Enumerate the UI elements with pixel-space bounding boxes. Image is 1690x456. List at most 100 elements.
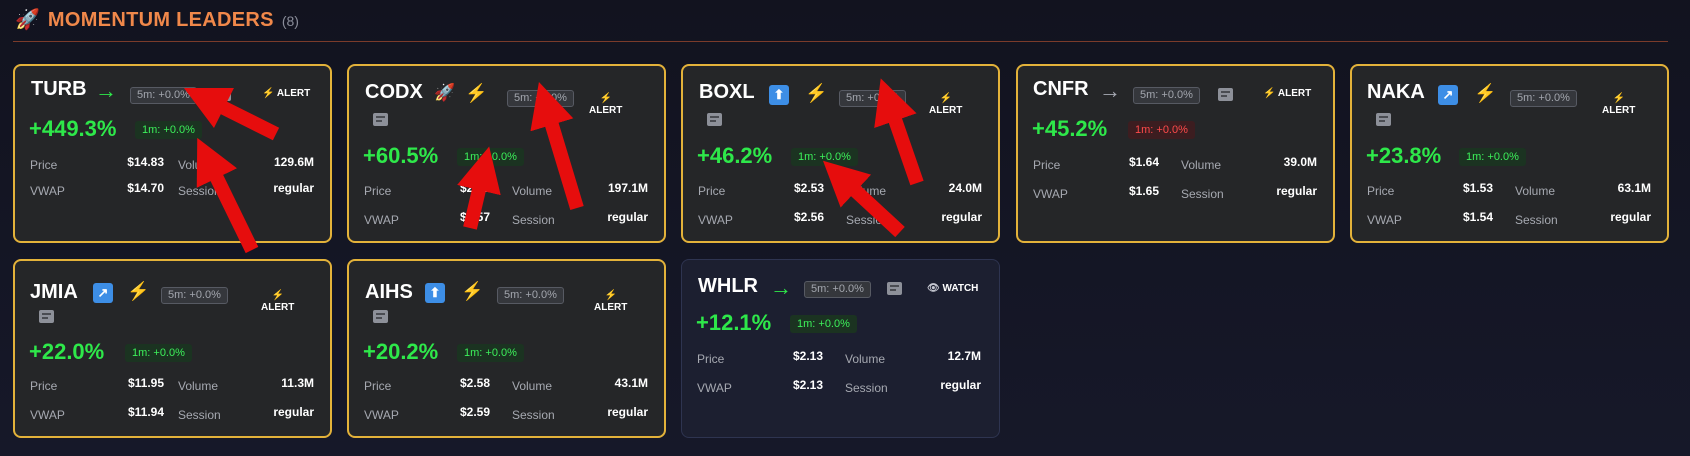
vwap-value: $2.56 <box>793 210 824 224</box>
alert-label: ALERT <box>929 105 963 116</box>
volume-label: Volume <box>1515 184 1556 198</box>
stock-card-jmia[interactable]: JMIA ↗ ⚡ 5m: +0.0% ⚡ ALERT +22.0% 1m: +0.… <box>13 259 332 438</box>
change-5m-chip: 5m: +0.0% <box>507 90 574 107</box>
vwap-label: VWAP <box>698 213 733 227</box>
bolt-icon: ⚡ <box>461 281 484 301</box>
news-icon[interactable] <box>707 113 722 126</box>
alert-label: ALERT <box>594 302 628 313</box>
price-value: $2.13 <box>792 349 823 363</box>
session-label: Session <box>846 213 889 227</box>
news-icon[interactable] <box>1218 88 1233 101</box>
arrow-up-right-icon: ↗ <box>93 283 113 303</box>
session-value: regular <box>607 405 648 419</box>
alert-label: ALERT <box>1277 88 1312 99</box>
vwap-label: VWAP <box>30 184 65 198</box>
session-value: regular <box>607 210 648 224</box>
vwap-value: $2.57 <box>459 210 490 224</box>
header-divider <box>13 41 1668 42</box>
bolt-icon: ⚡ <box>939 93 952 104</box>
session-label: Session <box>512 408 555 422</box>
news-icon[interactable] <box>887 282 902 295</box>
volume-value: 129.6M <box>273 155 314 169</box>
volume-value: 63.1M <box>1617 181 1651 195</box>
price-value: $11.95 <box>127 376 164 390</box>
volume-label: Volume <box>846 184 887 198</box>
bolt-icon: ⚡ <box>604 290 617 301</box>
percent-change: +449.3% <box>29 116 117 141</box>
change-5m-chip: 5m: +0.0% <box>804 281 871 298</box>
volume-label: Volume <box>512 184 553 198</box>
ticker-symbol: WHLR <box>698 275 758 297</box>
bolt-icon: ⚡ <box>271 290 284 301</box>
news-icon[interactable] <box>373 310 388 323</box>
alert-badge: ⚡ ALERT <box>262 88 310 100</box>
section-header: 🚀 MOMENTUM LEADERS (8) <box>15 8 299 32</box>
session-label: Session <box>1181 187 1224 201</box>
stock-card-whlr[interactable]: WHLR → 5m: +0.0% 👁 WATCH +12.1% 1m: +0.0… <box>681 259 1000 438</box>
news-icon[interactable] <box>373 113 388 126</box>
stock-card-aihs[interactable]: AIHS ⬆ ⚡ 5m: +0.0% ⚡ ALERT +20.2% 1m: +0.… <box>347 259 666 438</box>
vwap-value: $2.13 <box>792 378 823 392</box>
session-value: regular <box>1610 210 1651 224</box>
vwap-label: VWAP <box>1367 213 1402 227</box>
news-icon[interactable] <box>39 310 54 323</box>
alert-label: ALERT <box>1602 105 1636 116</box>
arrow-up-icon: ⬆ <box>769 85 789 105</box>
change-5m-chip: 5m: +0.0% <box>161 287 228 304</box>
change-1m-chip: 1m: +0.0% <box>125 344 192 362</box>
ticker-symbol: NAKA <box>1367 81 1425 103</box>
alert-badge: ⚡ ALERT <box>589 93 622 117</box>
arrow-right-icon: → <box>95 78 117 103</box>
vwap-value: $1.65 <box>1128 184 1159 198</box>
volume-value: 11.3M <box>281 376 314 390</box>
price-label: Price <box>1033 158 1061 172</box>
price-value: $1.64 <box>1128 155 1159 169</box>
price-label: Price <box>30 158 58 172</box>
percent-change: +12.1% <box>696 310 772 335</box>
arrow-right-icon: → <box>770 275 792 300</box>
vwap-value: $14.70 <box>127 181 164 195</box>
alert-label: ALERT <box>261 302 295 313</box>
price-label: Price <box>30 379 58 393</box>
bolt-icon: ⚡ <box>262 88 275 99</box>
ticker-symbol: BOXL <box>699 81 755 103</box>
change-1m-chip: 1m: +0.0% <box>1459 148 1526 166</box>
change-5m-chip: 5m: +0.0% <box>1510 90 1577 107</box>
news-icon[interactable] <box>1376 113 1391 126</box>
session-label: Session <box>512 213 555 227</box>
price-value: $14.83 <box>127 155 164 169</box>
percent-change: +46.2% <box>697 143 773 168</box>
stock-card-boxl[interactable]: BOXL ⬆ ⚡ 5m: +0.0% ⚡ ALERT +46.2% 1m: +0.… <box>681 64 1000 243</box>
percent-change: +20.2% <box>363 339 439 364</box>
alert-badge: ⚡ ALERT <box>594 290 627 314</box>
watch-label: WATCH <box>942 283 979 294</box>
price-label: Price <box>1367 184 1395 198</box>
alert-label: ALERT <box>276 88 311 99</box>
arrow-up-right-icon: ↗ <box>1438 85 1458 105</box>
alert-badge: ⚡ ALERT <box>1602 93 1635 117</box>
vwap-value: $2.59 <box>459 405 490 419</box>
stock-card-cnfr[interactable]: CNFR → 5m: +0.0% ⚡ ALERT +45.2% 1m: +0.0… <box>1016 64 1335 243</box>
percent-change: +22.0% <box>29 339 105 364</box>
price-label: Price <box>364 184 392 198</box>
change-1m-chip: 1m: +0.0% <box>457 148 524 166</box>
vwap-value: $11.94 <box>127 405 164 419</box>
volume-value: 24.0M <box>948 181 982 195</box>
news-icon[interactable] <box>216 88 231 101</box>
volume-label: Volume <box>845 352 886 366</box>
alert-badge: ⚡ ALERT <box>261 290 294 314</box>
change-1m-chip: 1m: +0.0% <box>457 344 524 362</box>
section-title: MOMENTUM LEADERS <box>47 9 274 31</box>
arrow-right-icon: → <box>1099 78 1121 103</box>
vwap-value: $1.54 <box>1462 210 1493 224</box>
session-label: Session <box>1515 213 1558 227</box>
stock-card-turb[interactable]: TURB → 5m: +0.0% ⚡ ALERT +449.3% 1m: +0.… <box>13 64 332 243</box>
stock-card-naka[interactable]: NAKA ↗ ⚡ 5m: +0.0% ⚡ ALERT +23.8% 1m: +0.… <box>1350 64 1669 243</box>
session-label: Session <box>845 381 888 395</box>
stock-card-codx[interactable]: CODX 🚀 ⚡ 5m: +0.0% ⚡ ALERT +60.5% 1m: +0.… <box>347 64 666 243</box>
change-5m-chip: 5m: +0.0% <box>839 90 906 107</box>
price-value: $2.58 <box>459 376 490 390</box>
session-label: Session <box>178 408 221 422</box>
percent-change: +60.5% <box>363 143 439 168</box>
rocket-icon: 🚀 <box>15 9 40 31</box>
